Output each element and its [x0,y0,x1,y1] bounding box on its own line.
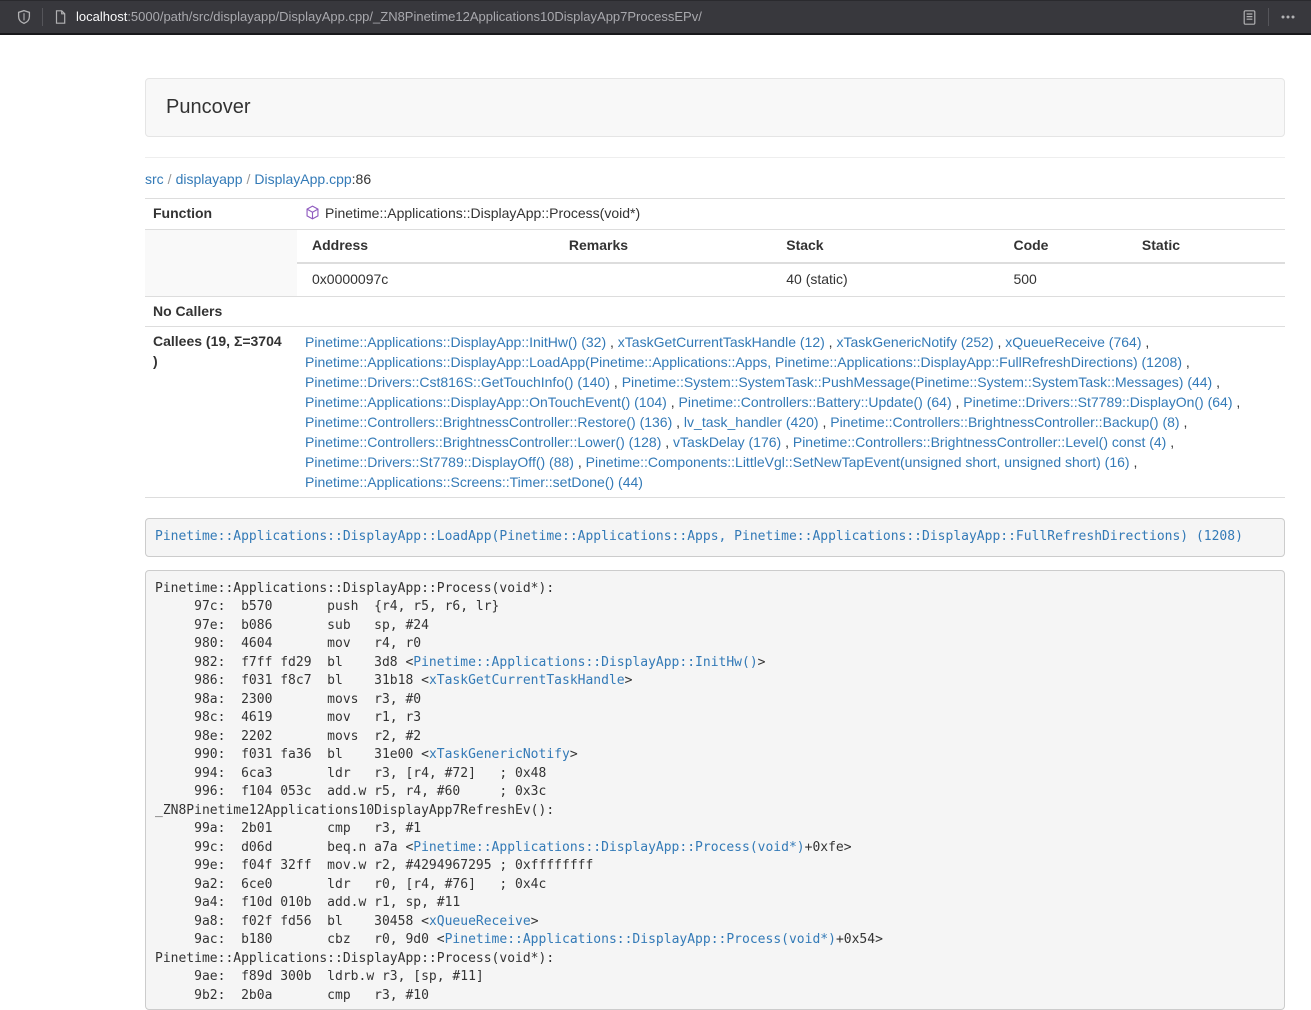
callee-link[interactable]: xTaskGetCurrentTaskHandle (12) [618,334,825,350]
col-code: Code [998,230,1126,263]
browser-toolbar: localhost:5000/path/src/displayapp/Displ… [0,0,1311,35]
function-name-cell: Pinetime::Applications::DisplayApp::Proc… [297,198,1285,229]
stats-value-row: 0x0000097c 40 (static) 500 [297,263,1285,296]
col-static: Static [1127,230,1285,263]
col-address: Address [297,230,554,263]
package-cube-icon [305,205,320,220]
page-info-icon[interactable] [53,9,68,25]
callee-link[interactable]: Pinetime::Drivers::St7789::DisplayOn() (… [963,394,1232,410]
callees-list: Pinetime::Applications::DisplayApp::Init… [297,327,1285,498]
disasm-symbol-link[interactable]: xQueueReceive [429,914,531,929]
callee-link[interactable]: Pinetime::Drivers::St7789::DisplayOff() … [305,454,574,470]
breadcrumb: src/displayapp/DisplayApp.cpp:86 [145,170,1285,190]
disasm-symbol-link[interactable]: Pinetime::Applications::DisplayApp::Proc… [445,932,836,947]
callee-link[interactable]: Pinetime::Components::LittleVgl::SetNewT… [586,454,1130,470]
disassembly-block: Pinetime::Applications::DisplayApp::Proc… [145,570,1285,1010]
callee-link[interactable]: Pinetime::Applications::DisplayApp::OnTo… [305,394,667,410]
callee-link[interactable]: Pinetime::System::SystemTask::PushMessag… [622,374,1213,390]
url-host: localhost [76,8,127,27]
breadcrumb-file-link[interactable]: DisplayApp.cpp [254,171,351,187]
disasm-symbol-link[interactable]: xTaskGetCurrentTaskHandle [429,673,625,688]
breadcrumb-separator: / [164,171,176,187]
callees-label: Callees (19, Σ=3704 ) [145,327,297,498]
stats-header-row: Address Remarks Stack Code Static [297,230,1285,263]
function-row: Function Pinetime::Applications::Display… [145,198,1285,229]
stats-table: Address Remarks Stack Code Static 0x0000… [297,230,1285,296]
tracking-protection-shield-icon[interactable] [16,9,32,25]
callers-cell [297,296,1285,327]
stats-table-cell: Address Remarks Stack Code Static 0x0000… [297,229,1285,296]
breadcrumb-line-number: :86 [352,171,371,187]
callee-link[interactable]: xQueueReceive (764) [1005,334,1141,350]
breadcrumb-separator: / [243,171,255,187]
url-path: :5000/path/src/displayapp/DisplayApp.cpp… [127,8,702,27]
callee-link[interactable]: vTaskDelay (176) [673,434,781,450]
page-title: Puncover [166,96,251,118]
loadapp-highlight-block: Pinetime::Applications::DisplayApp::Load… [145,518,1285,557]
function-name: Pinetime::Applications::DisplayApp::Proc… [325,205,640,221]
function-info-table: Function Pinetime::Applications::Display… [145,198,1285,499]
callers-row: No Callers [145,296,1285,327]
remarks-value [554,263,771,296]
menu-ellipsis-icon[interactable] [1279,9,1297,25]
callee-link[interactable]: Pinetime::Applications::Screens::Timer::… [305,474,643,490]
static-value [1127,263,1285,296]
reader-mode-icon[interactable] [1241,9,1258,26]
callee-link[interactable]: lv_task_handler (420) [684,414,819,430]
disasm-symbol-link[interactable]: xTaskGenericNotify [429,747,570,762]
divider [145,157,1285,158]
address-value: 0x0000097c [297,263,554,296]
app-header-panel: Puncover [145,78,1285,137]
breadcrumb-src-link[interactable]: src [145,171,164,187]
function-label: Function [145,198,297,229]
loadapp-symbol-link[interactable]: Pinetime::Applications::DisplayApp::Load… [155,529,1243,544]
toolbar-divider [42,8,43,26]
stats-row: Address Remarks Stack Code Static 0x0000… [145,229,1285,296]
stack-value: 40 (static) [771,263,998,296]
page-container: Puncover src/displayapp/DisplayApp.cpp:8… [145,78,1285,1010]
callee-link[interactable]: Pinetime::Controllers::BrightnessControl… [830,414,1179,430]
code-value: 500 [998,263,1126,296]
col-stack: Stack [771,230,998,263]
callees-row: Callees (19, Σ=3704 ) Pinetime::Applicat… [145,327,1285,498]
callee-link[interactable]: Pinetime::Applications::DisplayApp::Init… [305,334,606,350]
callee-link[interactable]: Pinetime::Drivers::Cst816S::GetTouchInfo… [305,374,610,390]
url-bar[interactable]: localhost:5000/path/src/displayapp/Displ… [76,8,1241,27]
toolbar-divider [1268,8,1269,26]
callee-link[interactable]: Pinetime::Controllers::BrightnessControl… [305,414,672,430]
breadcrumb-displayapp-link[interactable]: displayapp [176,171,243,187]
callee-link[interactable]: Pinetime::Controllers::Battery::Update()… [679,394,952,410]
callee-link[interactable]: Pinetime::Controllers::BrightnessControl… [305,434,661,450]
callee-link[interactable]: xTaskGenericNotify (252) [836,334,993,350]
no-callers-label: No Callers [145,296,297,327]
callee-link[interactable]: Pinetime::Controllers::BrightnessControl… [793,434,1166,450]
stats-row-spacer [145,229,297,296]
disasm-symbol-link[interactable]: Pinetime::Applications::DisplayApp::Init… [413,655,757,670]
callee-link[interactable]: Pinetime::Applications::DisplayApp::Load… [305,354,1182,370]
col-remarks: Remarks [554,230,771,263]
disasm-symbol-link[interactable]: Pinetime::Applications::DisplayApp::Proc… [413,840,804,855]
